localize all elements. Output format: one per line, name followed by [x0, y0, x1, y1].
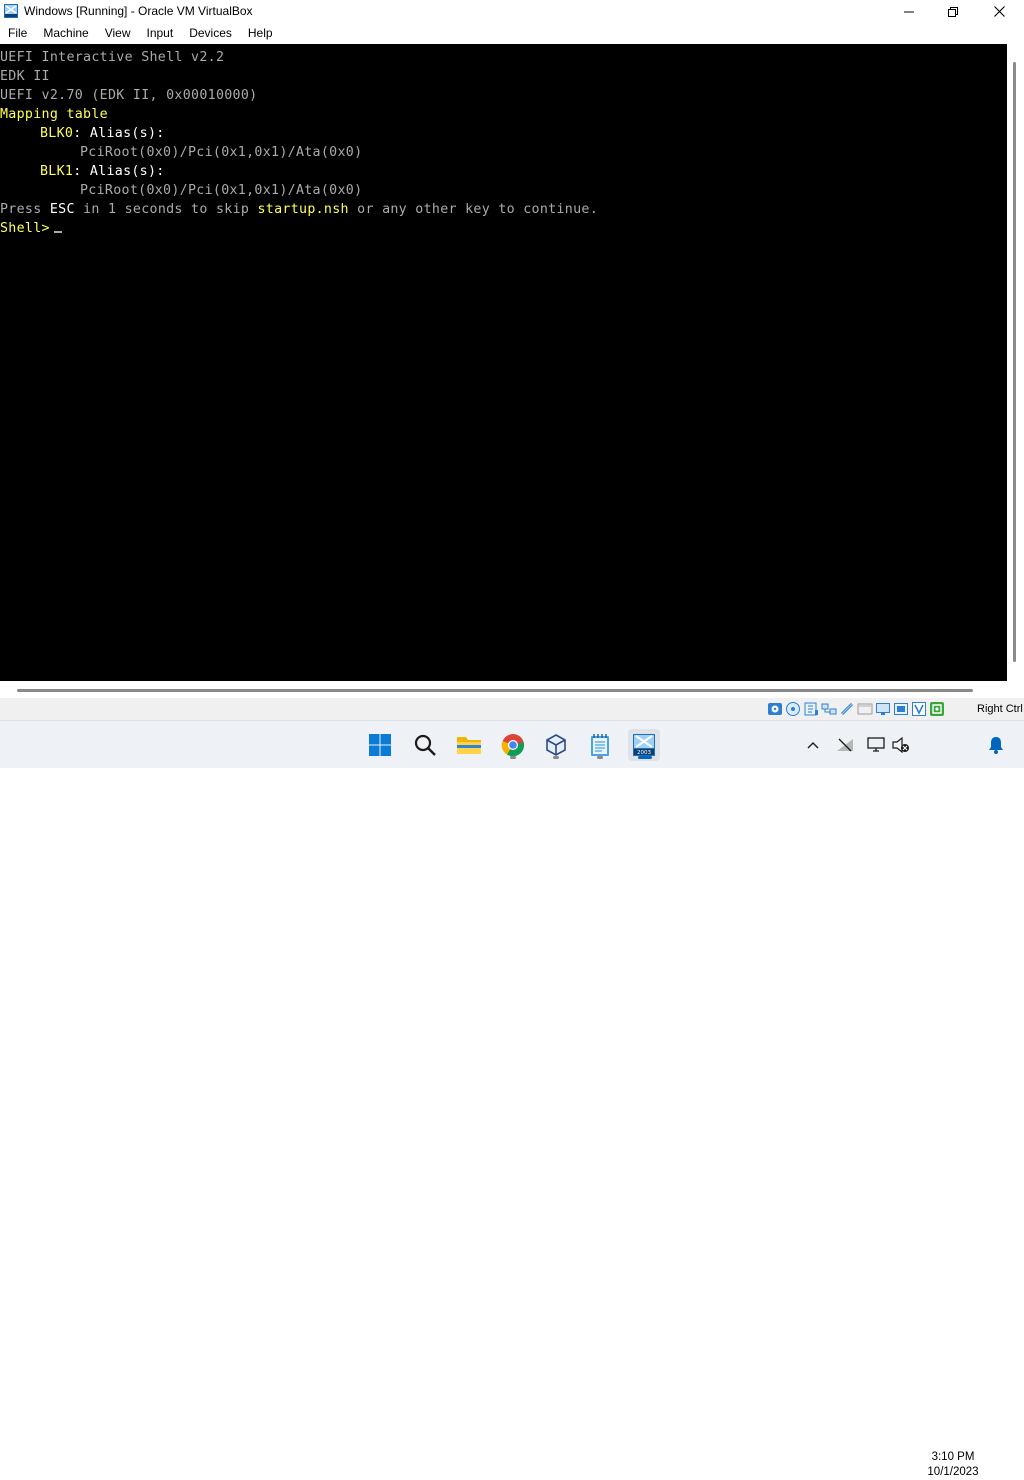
minimize-button[interactable]	[886, 0, 932, 23]
console-line-blk0-path: PciRoot(0x0)/Pci(0x1,0x1)/Ata(0x0)	[80, 145, 363, 160]
horizontal-scroll-thumb[interactable]	[17, 689, 973, 692]
notepad-running-indicator	[597, 756, 603, 759]
menu-view[interactable]: View	[97, 23, 139, 44]
vm-display[interactable]: UEFI Interactive Shell v2.2 EDK II UEFI …	[0, 44, 1007, 681]
status-icons	[767, 701, 945, 717]
press-text-c: or any other key to continue.	[348, 202, 599, 217]
virtualbox-app-icon	[4, 4, 18, 18]
tray-display-button[interactable]	[866, 735, 886, 755]
speaker-muted-icon	[892, 737, 909, 753]
windows-2003-vm-button[interactable]: 2003	[628, 729, 660, 761]
hard-disk-icon[interactable]	[767, 701, 783, 717]
shell-prompt: Shell>	[0, 221, 50, 236]
clock-time: 3:10 PM	[931, 1451, 975, 1463]
restore-icon	[948, 6, 958, 17]
bell-icon	[989, 737, 1003, 754]
console-line-press-esc: Press ESC in 1 seconds to skip startup.n…	[0, 200, 598, 219]
menu-bar: File Machine View Input Devices Help	[0, 23, 1024, 44]
text-cursor	[53, 231, 62, 233]
clock-date: 10/1/2023	[927, 1466, 979, 1478]
press-text-a: Press	[0, 202, 50, 217]
file-explorer-icon	[457, 737, 481, 754]
virtualbox-icon	[546, 734, 566, 756]
shared-folders-icon[interactable]	[857, 701, 873, 717]
file-explorer-button[interactable]	[453, 729, 485, 761]
notepad-button[interactable]	[584, 729, 616, 761]
search-icon	[414, 734, 436, 756]
vertical-scroll-thumb[interactable]	[1013, 62, 1016, 662]
menu-file[interactable]: File	[0, 23, 35, 44]
notifications-button[interactable]	[986, 735, 1006, 755]
minimize-icon	[904, 11, 914, 12]
console-line-blk0: BLK0: Alias(s):	[40, 124, 165, 143]
console-line-prompt[interactable]: Shell>	[0, 219, 62, 238]
blk0-name: BLK0	[40, 126, 74, 141]
taskbar: 2003 3:10 PM 10/1/2023	[0, 720, 1024, 1478]
console-line-mapping-table: Mapping table	[0, 107, 108, 122]
usb-icon[interactable]	[839, 701, 855, 717]
menu-input[interactable]: Input	[139, 23, 182, 44]
host-key-label: Right Ctrl	[977, 703, 1023, 715]
network-disconnected-icon	[837, 738, 853, 752]
search-button[interactable]	[409, 729, 441, 761]
active-app-indicator	[638, 756, 652, 759]
startup-nsh: startup.nsh	[257, 202, 349, 217]
blk1-alias: : Alias(s):	[73, 164, 165, 179]
status-bar: Right Ctrl	[0, 698, 1024, 720]
tray-volume-button[interactable]	[891, 735, 911, 755]
close-button[interactable]	[976, 0, 1022, 23]
blk1-name: BLK1	[40, 164, 74, 179]
chrome-running-indicator	[510, 756, 516, 759]
recording-icon[interactable]	[893, 701, 909, 717]
menu-help[interactable]: Help	[240, 23, 281, 44]
menu-machine[interactable]: Machine	[35, 23, 96, 44]
title-bar: Windows [Running] - Oracle VM VirtualBox	[0, 0, 1024, 23]
chrome-button[interactable]	[497, 729, 529, 761]
chrome-icon	[501, 734, 525, 757]
start-icon	[369, 734, 391, 756]
notepad-icon	[591, 734, 609, 756]
menu-devices[interactable]: Devices	[181, 23, 240, 44]
virtualbox-button[interactable]	[540, 729, 572, 761]
display-icon[interactable]	[875, 701, 891, 717]
show-hidden-icons-button[interactable]	[803, 735, 823, 755]
console-line-uefi-version: UEFI v2.70 (EDK II, 0x00010000)	[0, 88, 258, 103]
windows-2003-vm-icon: 2003	[633, 734, 655, 756]
start-button[interactable]	[364, 729, 396, 761]
mouse-integration-icon[interactable]	[929, 701, 945, 717]
close-icon	[993, 6, 1005, 17]
maximize-button[interactable]	[930, 0, 976, 23]
window-title: Windows [Running] - Oracle VM VirtualBox	[24, 4, 253, 18]
press-text-b: in 1 seconds to skip	[74, 202, 258, 217]
chevron-up-icon	[807, 742, 819, 749]
clock[interactable]: 3:10 PM 10/1/2023	[918, 1450, 988, 1480]
network-icon[interactable]	[821, 701, 837, 717]
audio-icon[interactable]	[803, 701, 819, 717]
press-esc-key: ESC	[49, 202, 75, 217]
monitor-icon	[867, 737, 885, 752]
console-line-edk: EDK II	[0, 69, 50, 84]
cpu-icon[interactable]	[911, 701, 927, 717]
console-line-shell-version: UEFI Interactive Shell v2.2	[0, 50, 225, 65]
console-line-blk1: BLK1: Alias(s):	[40, 162, 165, 181]
virtualbox-running-indicator	[553, 756, 559, 759]
optical-drive-icon[interactable]	[785, 701, 801, 717]
console-line-blk1-path: PciRoot(0x0)/Pci(0x1,0x1)/Ata(0x0)	[80, 183, 363, 198]
blk0-alias: : Alias(s):	[73, 126, 165, 141]
tray-network-button[interactable]	[835, 735, 855, 755]
